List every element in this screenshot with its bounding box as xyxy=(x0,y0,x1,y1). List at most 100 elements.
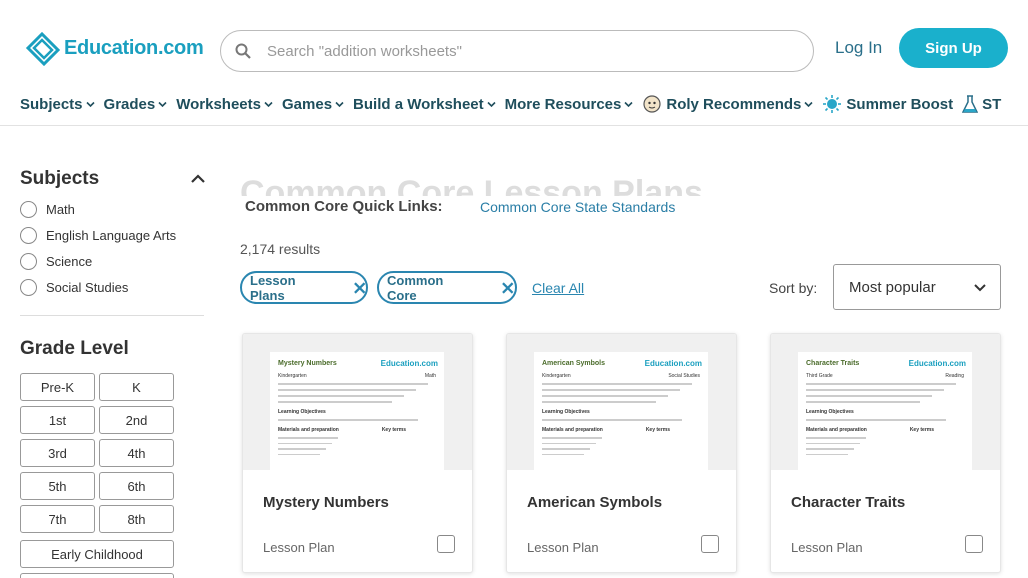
nav-item-summer-boost[interactable]: Summer Boost xyxy=(822,94,953,114)
nav-item-games[interactable]: Games xyxy=(282,94,344,114)
search-input[interactable] xyxy=(267,42,787,60)
doc-logo: Education.com xyxy=(908,359,966,368)
doc-text-line xyxy=(542,448,590,450)
grade-button-k[interactable]: K xyxy=(99,373,174,401)
nav-item-roly-recommends[interactable]: Roly Recommends xyxy=(642,94,813,114)
nav-item-more-resources[interactable]: More Resources xyxy=(505,94,634,114)
radio-button[interactable] xyxy=(20,227,37,244)
radio-button[interactable] xyxy=(20,201,37,218)
doc-text-line xyxy=(806,395,932,397)
grade-button-8th[interactable]: 8th xyxy=(99,505,174,533)
nav-item-st[interactable]: ST xyxy=(962,94,1001,114)
lesson-plan-preview: Character Traits Education.com Third Grade… xyxy=(798,352,972,470)
card-thumbnail[interactable]: Mystery Numbers Education.com Kindergarten… xyxy=(243,334,472,470)
lesson-plan-preview: Mystery Numbers Education.com Kindergarten… xyxy=(270,352,444,470)
doc-text-line xyxy=(806,401,920,403)
quick-links-label: Common Core Quick Links: xyxy=(245,198,443,215)
chevron-down-icon xyxy=(624,101,633,107)
card-title[interactable]: American Symbols xyxy=(527,494,662,511)
clear-all-link[interactable]: Clear All xyxy=(532,280,584,296)
close-icon[interactable] xyxy=(501,281,515,295)
filter-chip-lesson-plans[interactable]: Lesson Plans xyxy=(240,271,368,304)
doc-grade: Third Grade xyxy=(806,373,833,379)
site-logo[interactable]: Education.com xyxy=(24,30,204,66)
results-count: 2,174 results xyxy=(240,241,321,257)
grade-button-next[interactable] xyxy=(20,573,174,578)
flask-icon xyxy=(962,95,979,113)
subject-option-label: English Language Arts xyxy=(46,228,177,243)
chevron-up-icon[interactable] xyxy=(190,171,206,187)
roly-icon xyxy=(643,95,661,113)
subject-option-math[interactable]: Math xyxy=(20,201,75,218)
grade-button-1st[interactable]: 1st xyxy=(20,406,95,434)
chevron-down-icon xyxy=(974,284,986,292)
nav-item-label: Build a Worksheet xyxy=(353,95,484,113)
nav-item-label: Subjects xyxy=(20,95,83,113)
grade-button-pre-k[interactable]: Pre-K xyxy=(20,373,95,401)
card-title[interactable]: Mystery Numbers xyxy=(263,494,389,511)
doc-text-line xyxy=(806,442,860,444)
doc-grade: Kindergarten xyxy=(542,373,571,379)
card-checkbox[interactable] xyxy=(965,535,983,553)
resource-card[interactable]: Character Traits Education.com Third Grade… xyxy=(770,333,1001,573)
grade-button-5th[interactable]: 5th xyxy=(20,472,95,500)
doc-terms-heading: Key terms xyxy=(909,427,934,433)
doc-text-line xyxy=(542,453,584,455)
doc-terms-heading: Key terms xyxy=(645,427,670,433)
nav-item-worksheets[interactable]: Worksheets xyxy=(176,94,273,114)
card-title[interactable]: Character Traits xyxy=(791,494,905,511)
doc-subject: Social Studies xyxy=(668,373,700,379)
card-thumbnail[interactable]: American Symbols Education.com Kindergarte… xyxy=(507,334,736,470)
lesson-plan-preview: American Symbols Education.com Kindergarte… xyxy=(534,352,708,470)
resource-card[interactable]: American Symbols Education.com Kindergarte… xyxy=(506,333,737,573)
doc-objectives-heading: Learning Objectives xyxy=(278,409,326,415)
subject-option-label: Social Studies xyxy=(46,280,129,295)
grade-button-4th[interactable]: 4th xyxy=(99,439,174,467)
login-link[interactable]: Log In xyxy=(835,38,882,58)
nav-item-label: Grades xyxy=(103,95,156,113)
doc-text-line xyxy=(278,383,428,385)
signup-button[interactable]: Sign Up xyxy=(899,28,1008,68)
grade-level-heading: Grade Level xyxy=(20,338,129,359)
grade-button-7th[interactable]: 7th xyxy=(20,505,95,533)
grade-button-3rd[interactable]: 3rd xyxy=(20,439,95,467)
doc-text-line xyxy=(278,437,338,439)
subject-option-label: Math xyxy=(46,202,75,217)
doc-materials-heading: Materials and preparation xyxy=(278,427,339,433)
doc-text-line xyxy=(542,442,596,444)
doc-text-line xyxy=(806,453,848,455)
nav-item-grades[interactable]: Grades xyxy=(104,94,168,114)
radio-button[interactable] xyxy=(20,279,37,296)
card-checkbox[interactable] xyxy=(701,535,719,553)
common-core-standards-link[interactable]: Common Core State Standards xyxy=(480,199,675,215)
doc-subject: Reading xyxy=(945,373,964,379)
radio-button[interactable] xyxy=(20,253,37,270)
doc-objectives-heading: Learning Objectives xyxy=(542,409,590,415)
chevron-down-icon xyxy=(804,101,813,107)
sort-select[interactable]: Most popular xyxy=(833,264,1001,310)
close-icon[interactable] xyxy=(353,281,366,295)
subject-option-english-language-arts[interactable]: English Language Arts xyxy=(20,227,176,244)
doc-text-line xyxy=(806,437,866,439)
card-thumbnail[interactable]: Character Traits Education.com Third Grade… xyxy=(771,334,1000,470)
doc-text-line xyxy=(278,401,392,403)
subjects-heading: Subjects xyxy=(20,168,100,189)
doc-text-line xyxy=(806,383,956,385)
card-checkbox[interactable] xyxy=(437,535,455,553)
filter-chip-label: Common Core xyxy=(387,272,444,303)
resource-card[interactable]: Mystery Numbers Education.com Kindergarten… xyxy=(242,333,473,573)
search-bar[interactable] xyxy=(220,30,814,72)
subject-option-social-studies[interactable]: Social Studies xyxy=(20,279,128,296)
chevron-down-icon xyxy=(158,101,167,107)
grade-button-2nd[interactable]: 2nd xyxy=(99,406,174,434)
grade-button-6th[interactable]: 6th xyxy=(99,472,174,500)
nav-item-build-a-worksheet[interactable]: Build a Worksheet xyxy=(353,94,496,114)
nav-item-label: Worksheets xyxy=(176,95,261,113)
subject-option-science[interactable]: Science xyxy=(20,253,92,270)
nav-item-subjects[interactable]: Subjects xyxy=(20,94,95,114)
logo-text: Education.com xyxy=(64,36,204,59)
doc-grade: Kindergarten xyxy=(278,373,307,379)
doc-text-line xyxy=(542,389,680,391)
filter-chip-common-core[interactable]: Common Core xyxy=(377,271,517,304)
grade-button-early-childhood[interactable]: Early Childhood xyxy=(20,540,174,568)
